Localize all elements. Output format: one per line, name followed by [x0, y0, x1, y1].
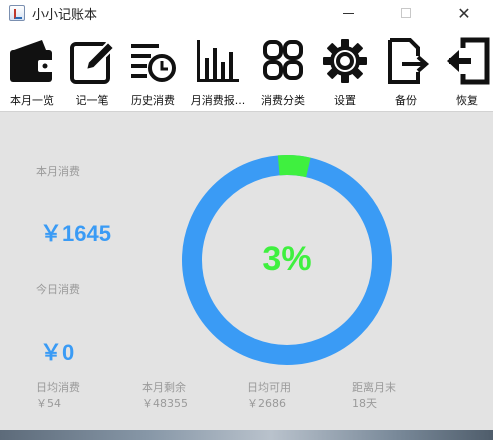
toolbar-add-record[interactable]: 记一笔: [62, 26, 122, 112]
budget-used-percent: 3%: [262, 240, 312, 278]
close-icon: ✕: [457, 3, 471, 23]
toolbar-monthly-report[interactable]: 月消费报...: [188, 26, 248, 112]
close-button[interactable]: ✕: [441, 0, 487, 26]
minimize-button[interactable]: [325, 0, 371, 26]
maximize-button[interactable]: [383, 0, 429, 26]
history-icon: [131, 44, 176, 82]
toolbar-history[interactable]: 历史消费: [123, 26, 183, 112]
edit-icon: [70, 40, 116, 84]
toolbar-label: 恢复: [456, 94, 478, 107]
daily-available-label: 日均可用: [247, 381, 291, 394]
toolbar-label: 设置: [334, 94, 356, 107]
toolbar-categories[interactable]: 消费分类: [253, 26, 313, 112]
background-strip: [0, 430, 493, 440]
toolbar-label: 历史消费: [131, 94, 175, 107]
bar-chart-icon: [197, 40, 239, 82]
wallet-icon: [10, 40, 54, 82]
daily-avg-spend-label: 日均消费: [36, 381, 80, 394]
days-to-month-end-value: 18天: [352, 397, 377, 410]
overview-panel: 本月消费 ￥1645 今日消费 ￥0 3% 日均消费 ￥54 本月剩余 ￥483…: [0, 113, 493, 430]
month-spend-value: ￥1645: [40, 221, 111, 246]
toolbar-label: 记一笔: [75, 94, 109, 107]
month-spend-label: 本月消费: [36, 165, 80, 178]
toolbar-month-overview[interactable]: 本月一览: [2, 26, 62, 112]
title-bar: 小小记账本 ✕: [0, 0, 493, 26]
app-icon: [9, 5, 25, 21]
toolbar-restore[interactable]: 恢复: [437, 26, 493, 112]
month-remaining-value: ￥48355: [142, 397, 188, 410]
toolbar-label: 消费分类: [261, 94, 305, 107]
toolbar-backup[interactable]: 备份: [376, 26, 436, 112]
restore-icon: [447, 37, 490, 85]
export-icon: [388, 38, 430, 84]
toolbar-label: 月消费报...: [190, 94, 246, 107]
grid-icon: [263, 40, 303, 80]
toolbar-label: 本月一览: [10, 94, 54, 107]
today-spend-label: 今日消费: [36, 283, 80, 296]
today-spend-value: ￥0: [40, 340, 75, 365]
daily-available-value: ￥2686: [247, 397, 286, 410]
month-remaining-label: 本月剩余: [142, 381, 186, 394]
maximize-icon: [401, 8, 411, 18]
days-to-month-end-label: 距离月末: [352, 381, 396, 394]
daily-avg-spend-value: ￥54: [36, 397, 61, 410]
window-title: 小小记账本: [32, 8, 98, 23]
toolbar: 本月一览 记一笔 历史消费 月消费报... 消费分类 设置 备份 恢复: [0, 26, 493, 112]
gear-icon: [323, 39, 367, 83]
toolbar-settings[interactable]: 设置: [315, 26, 375, 112]
minimize-icon: [342, 12, 354, 14]
toolbar-label: 备份: [395, 94, 417, 107]
